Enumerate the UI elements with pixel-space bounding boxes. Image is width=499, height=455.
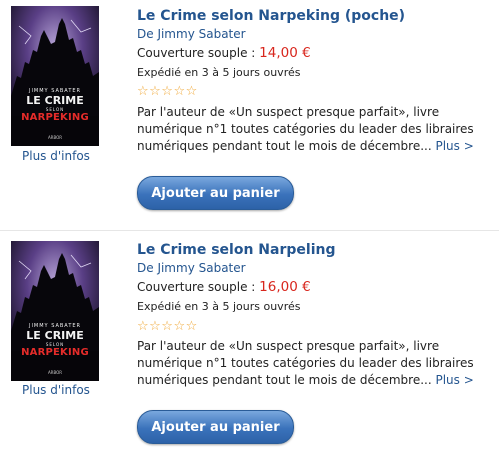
format-price-line: Couverture souple : 14,00 €	[137, 45, 311, 61]
cover-title-text: NARPEKING	[21, 347, 89, 358]
cover-title-text: LE CRIME	[26, 94, 84, 107]
product-description: Par l'auteur de «Un suspect presque parf…	[137, 104, 492, 155]
price: 14,00 €	[259, 45, 311, 61]
cover-title-text: LE CRIME	[26, 329, 84, 342]
description-text: Par l'auteur de «Un suspect presque parf…	[137, 105, 474, 153]
product-description: Par l'auteur de «Un suspect presque parf…	[137, 338, 492, 389]
price: 16,00 €	[259, 279, 311, 295]
castle-illustration	[11, 6, 99, 146]
star-rating-icon[interactable]: ☆☆☆☆☆	[137, 319, 198, 334]
description-text: Par l'auteur de «Un suspect presque parf…	[137, 339, 474, 387]
more-info-link[interactable]: Plus d'infos	[22, 383, 90, 397]
product-listing: JIMMY SABATER LE CRIME SELON NARPEKING A…	[0, 0, 499, 222]
add-to-cart-button[interactable]: Ajouter au panier	[137, 176, 294, 210]
book-cover-image[interactable]: JIMMY SABATER LE CRIME SELON NARPEKING A…	[11, 6, 99, 146]
author-link[interactable]: De Jimmy Sabater	[137, 261, 246, 275]
castle-illustration	[11, 241, 99, 381]
read-more-link[interactable]: Plus >	[435, 373, 473, 387]
format-price-line: Couverture souple : 16,00 €	[137, 279, 311, 295]
add-to-cart-button[interactable]: Ajouter au panier	[137, 410, 294, 444]
product-title-link[interactable]: Le Crime selon Narpeling	[137, 242, 335, 258]
author-link[interactable]: De Jimmy Sabater	[137, 27, 246, 41]
shipping-info: Expédié en 3 à 5 jours ouvrés	[137, 300, 301, 313]
cover-publisher-text: ARBOR	[47, 370, 63, 375]
product-listing: JIMMY SABATER LE CRIME SELON NARPEKING A…	[0, 230, 499, 453]
book-cover-image[interactable]: JIMMY SABATER LE CRIME SELON NARPEKING A…	[11, 241, 99, 381]
shipping-info: Expédié en 3 à 5 jours ouvrés	[137, 66, 301, 79]
cover-publisher-text: ARBOR	[47, 135, 63, 140]
format-label: Couverture souple :	[137, 280, 256, 294]
product-title-link[interactable]: Le Crime selon Narpeking (poche)	[137, 8, 405, 24]
cover-title-text: NARPEKING	[21, 112, 89, 123]
star-rating-icon[interactable]: ☆☆☆☆☆	[137, 84, 198, 99]
more-info-link[interactable]: Plus d'infos	[22, 149, 90, 163]
read-more-link[interactable]: Plus >	[435, 139, 473, 153]
format-label: Couverture souple :	[137, 46, 256, 60]
